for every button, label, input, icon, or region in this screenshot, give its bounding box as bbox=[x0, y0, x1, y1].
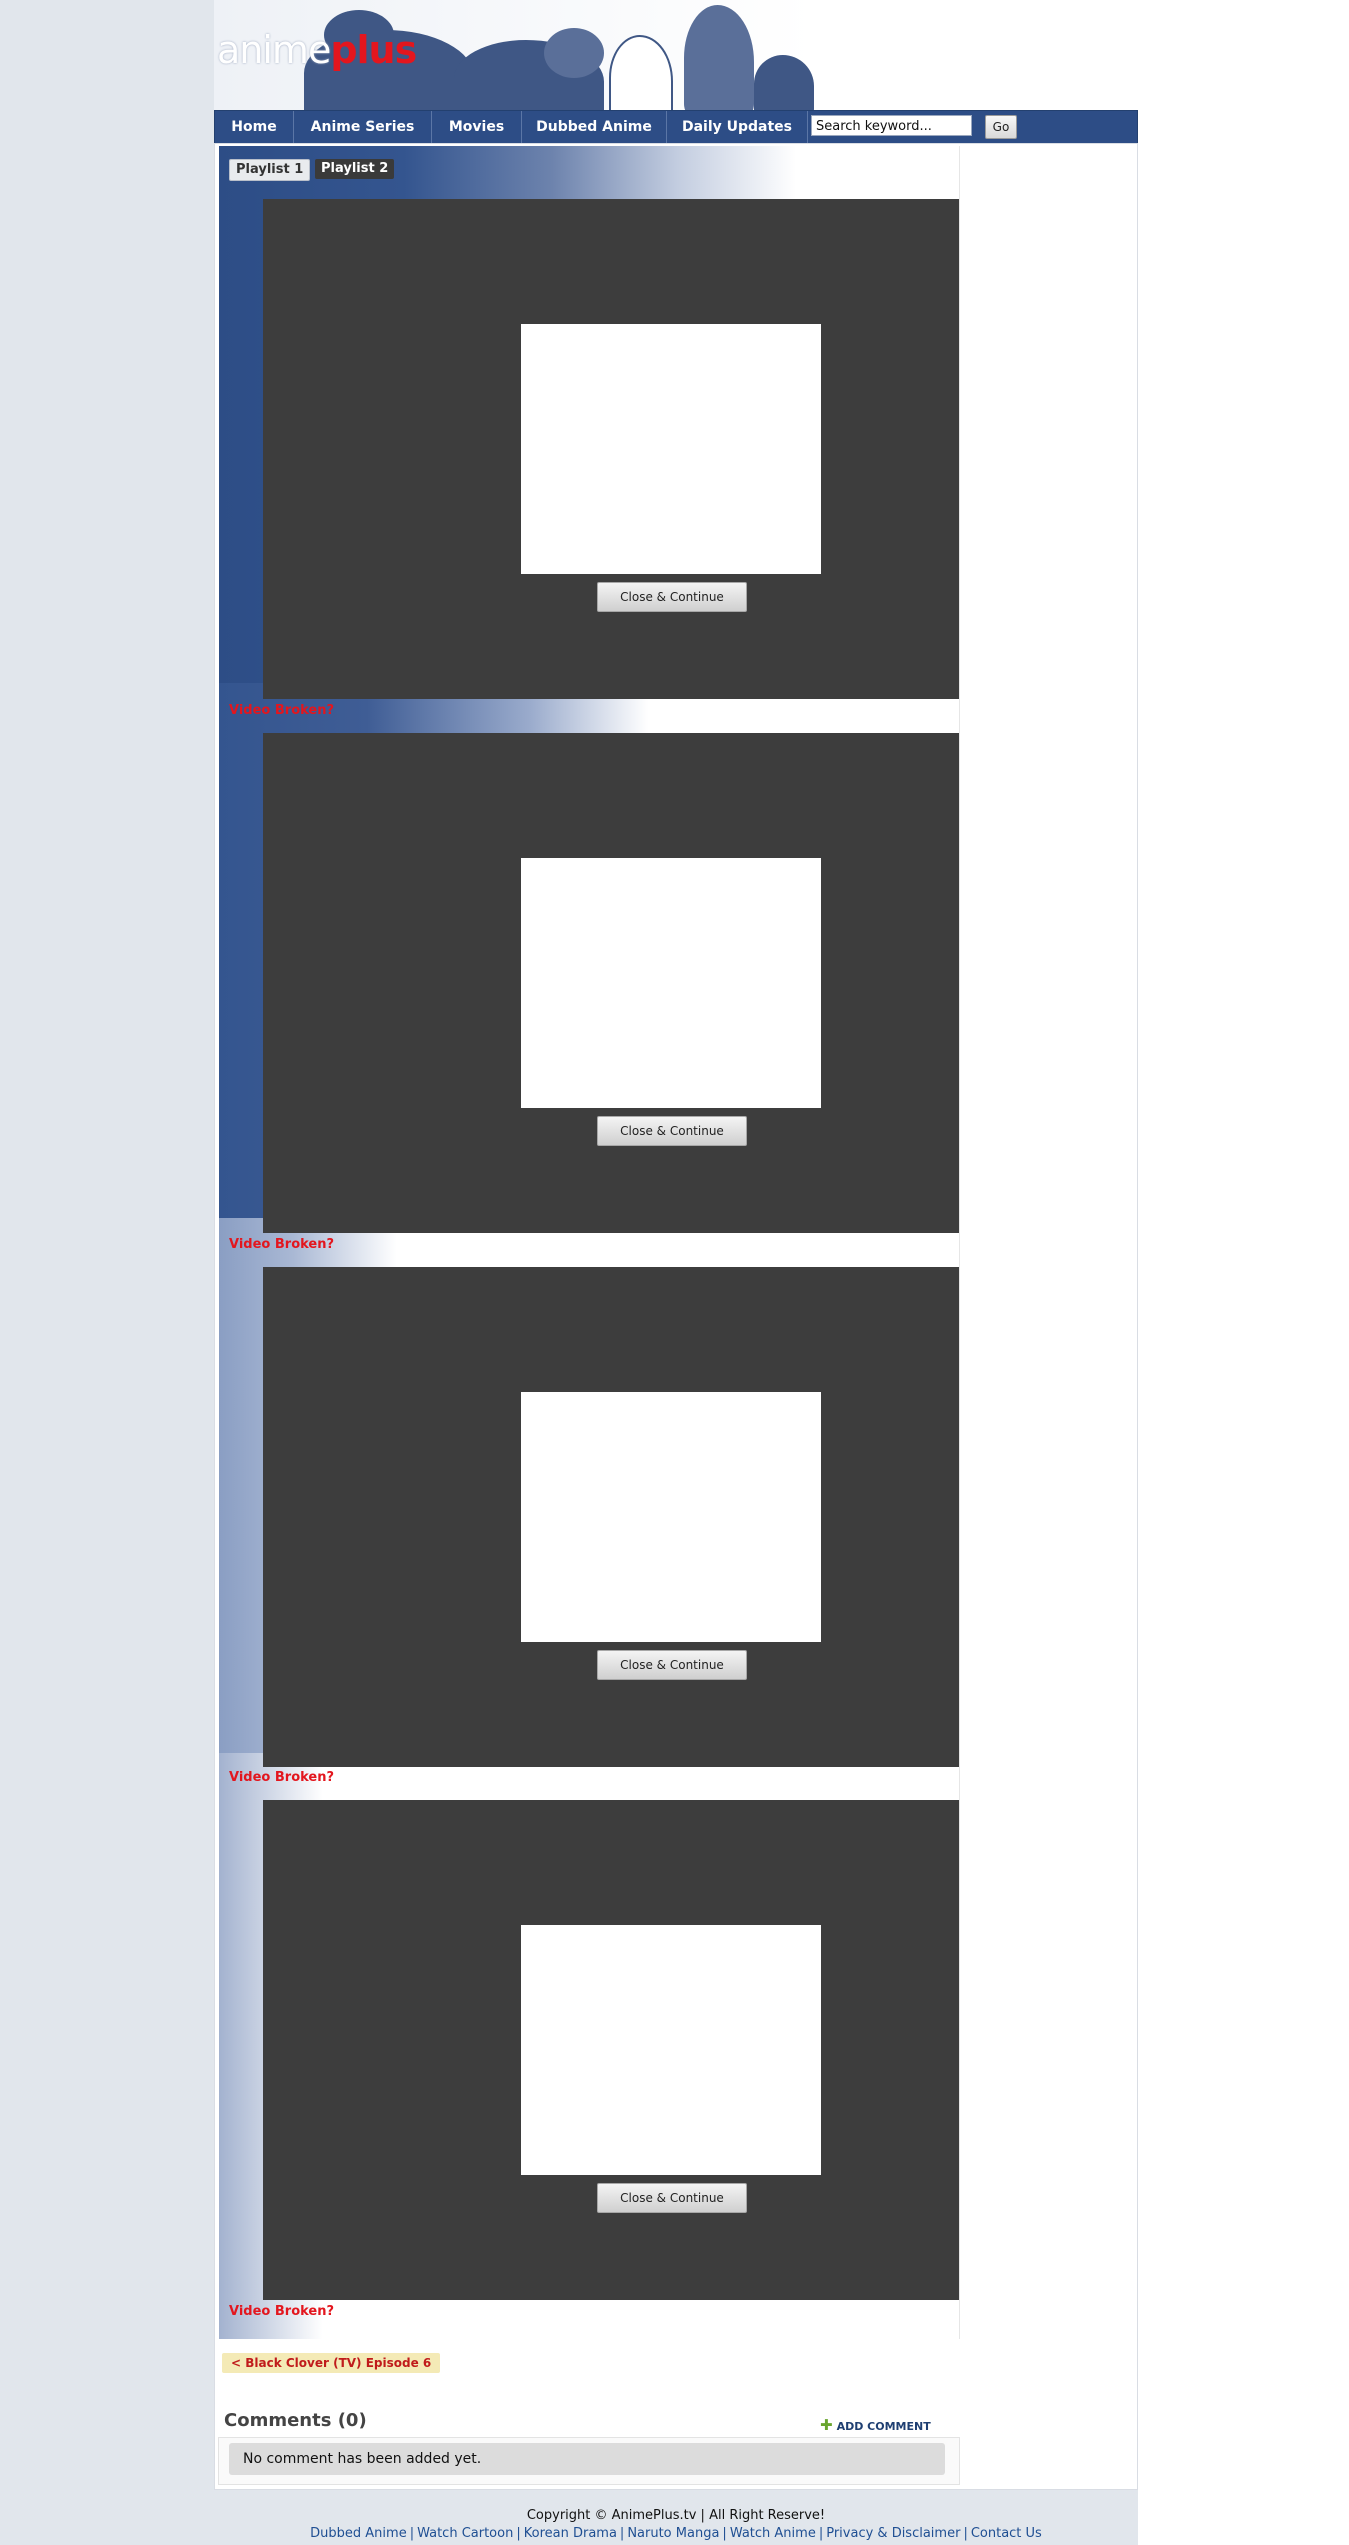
site-header: animeplus bbox=[214, 0, 1138, 110]
site-wrapper: animeplus Home Anime Series Movies Dubbe… bbox=[214, 0, 1138, 2545]
page-background-right bbox=[1138, 0, 1349, 2545]
ad-frame bbox=[521, 858, 821, 1108]
video-player[interactable]: Close & Continue bbox=[263, 733, 959, 1233]
footer-link-watch-cartoon[interactable]: Watch Cartoon bbox=[417, 2526, 513, 2541]
footer-links: Dubbed Anime | Watch Cartoon | Korean Drama |… bbox=[310, 2526, 1042, 2541]
add-comment-button[interactable]: ✚ ADD COMMENT bbox=[820, 2416, 931, 2434]
ad-frame bbox=[521, 1925, 821, 2175]
search-go-button[interactable]: Go bbox=[985, 115, 1017, 139]
close-continue-button[interactable]: Close & Continue bbox=[597, 582, 747, 612]
logo-text-plus: plus bbox=[330, 28, 417, 72]
video-broken-link[interactable]: Video Broken? bbox=[229, 703, 334, 718]
main-navigation: Home Anime Series Movies Dubbed Anime Da… bbox=[214, 110, 1138, 144]
footer-link-korean-drama[interactable]: Korean Drama bbox=[524, 2526, 617, 2541]
no-comment-message: No comment has been added yet. bbox=[229, 2443, 945, 2475]
site-footer: Copyright © AnimePlus.tv | All Right Res… bbox=[214, 2508, 1138, 2541]
tab-playlist-1[interactable]: Playlist 1 bbox=[229, 159, 311, 181]
video-player[interactable]: Close & Continue bbox=[263, 1267, 959, 1767]
search-input[interactable]: Search keyword... bbox=[811, 115, 972, 136]
video-player[interactable]: Close & Continue bbox=[263, 1800, 959, 2300]
nav-dubbed-anime[interactable]: Dubbed Anime bbox=[522, 111, 667, 143]
video-broken-link[interactable]: Video Broken? bbox=[229, 1237, 334, 1252]
site-logo[interactable]: animeplus bbox=[217, 28, 417, 72]
nav-daily-updates[interactable]: Daily Updates bbox=[667, 111, 808, 143]
close-continue-button[interactable]: Close & Continue bbox=[597, 1116, 747, 1146]
video-player[interactable]: Close & Continue bbox=[263, 199, 959, 699]
nav-movies[interactable]: Movies bbox=[432, 111, 522, 143]
footer-link-privacy[interactable]: Privacy & Disclaimer bbox=[826, 2526, 960, 2541]
footer-link-naruto-manga[interactable]: Naruto Manga bbox=[627, 2526, 719, 2541]
footer-link-dubbed-anime[interactable]: Dubbed Anime bbox=[310, 2526, 407, 2541]
previous-episode-link[interactable]: < Black Clover (TV) Episode 6 bbox=[222, 2353, 441, 2373]
video-broken-link[interactable]: Video Broken? bbox=[229, 2304, 334, 2319]
ad-frame bbox=[521, 1392, 821, 1642]
video-broken-link[interactable]: Video Broken? bbox=[229, 1770, 334, 1785]
add-comment-label: ADD COMMENT bbox=[836, 2420, 931, 2433]
footer-copyright: Copyright © AnimePlus.tv | All Right Res… bbox=[526, 2508, 826, 2523]
player-area: Playlist 1 Playlist 2 Close & Continue V… bbox=[219, 146, 960, 2339]
tab-playlist-2[interactable]: Playlist 2 bbox=[315, 159, 395, 179]
comments-section: No comment has been added yet. bbox=[218, 2437, 960, 2485]
main-content: Playlist 1 Playlist 2 Close & Continue V… bbox=[214, 143, 1138, 2490]
close-continue-button[interactable]: Close & Continue bbox=[597, 2183, 747, 2213]
comments-title: Comments (0) bbox=[224, 2410, 367, 2431]
close-continue-button[interactable]: Close & Continue bbox=[597, 1650, 747, 1680]
footer-link-contact[interactable]: Contact Us bbox=[971, 2526, 1042, 2541]
nav-home[interactable]: Home bbox=[215, 111, 294, 143]
footer-link-watch-anime[interactable]: Watch Anime bbox=[730, 2526, 816, 2541]
logo-text-anime: anime bbox=[217, 28, 331, 72]
ad-frame bbox=[521, 324, 821, 574]
plus-icon: ✚ bbox=[820, 2416, 833, 2434]
nav-anime-series[interactable]: Anime Series bbox=[294, 111, 432, 143]
page-background bbox=[0, 0, 214, 2545]
